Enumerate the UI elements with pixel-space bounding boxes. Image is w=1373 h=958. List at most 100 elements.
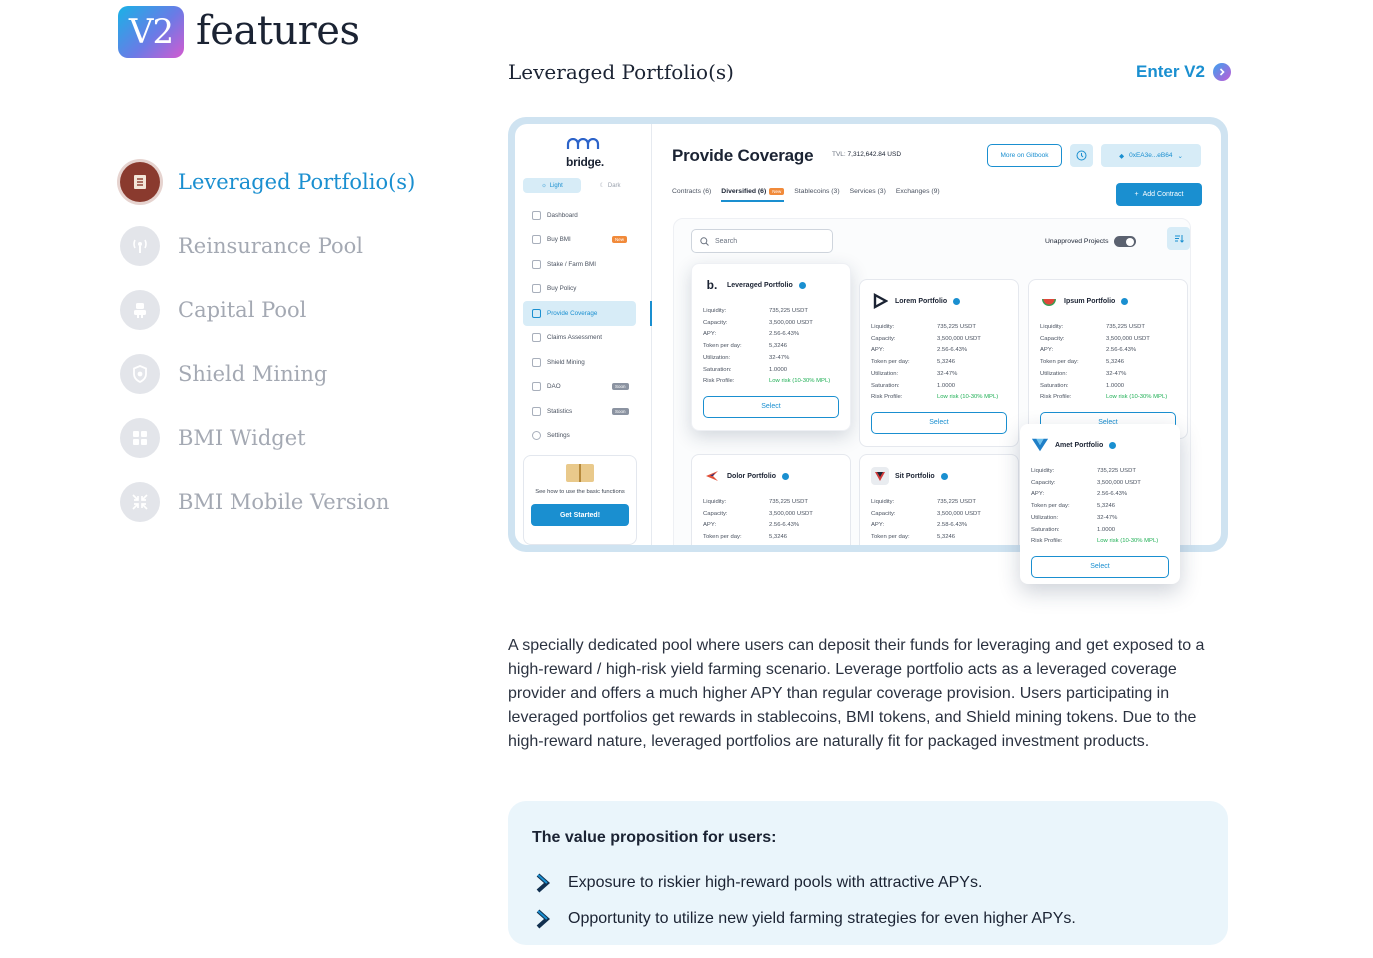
nav-item-reinsurance-pool[interactable]: Reinsurance Pool (120, 214, 450, 278)
section-title: Leveraged Portfolio(s) (508, 60, 734, 84)
row-value: 3,500,000 USDT (1106, 335, 1150, 342)
gitbook-button[interactable]: More on Gitbook (987, 144, 1062, 167)
history-button[interactable] (1070, 144, 1093, 167)
moon-icon: ☾ (599, 183, 605, 189)
app-nav: Dashboard Buy BMI New Stake / Farm BMI Bu… (523, 203, 652, 449)
nav-item-shield-mining[interactable]: Shield Mining (120, 342, 450, 406)
plus-icon: + (1134, 191, 1139, 198)
row-value: 3,500,000 USDT (769, 319, 813, 326)
app-nav-label: DAO (547, 383, 561, 391)
row-value: 2.56-6.43% (1097, 491, 1128, 498)
nav-item-leveraged-portfolio[interactable]: Leveraged Portfolio(s) (120, 150, 450, 214)
row-label: Capacity: (703, 319, 728, 326)
app-nav-claims[interactable]: Claims Assessment (523, 326, 651, 351)
risk-value: Low risk (10-30% MPL) (1106, 394, 1168, 401)
verified-icon (940, 472, 948, 480)
theme-light[interactable]: ☼ Light (523, 178, 581, 193)
add-contract-button[interactable]: + Add Contract (1116, 183, 1202, 206)
bag-icon (532, 284, 541, 294)
app-nav-label: Shield Mining (547, 358, 585, 366)
sort-icon (1174, 235, 1184, 243)
select-button[interactable]: Select (703, 395, 839, 418)
verified-icon (782, 472, 789, 480)
row-value: 735,225 USDT (1106, 324, 1145, 330)
tab-exchanges[interactable]: Exchanges (9) (896, 188, 940, 202)
page-title: features (196, 8, 360, 54)
card-header: Ipsum Portfolio (1040, 292, 1176, 310)
unapproved-toggle[interactable] (1114, 236, 1137, 247)
theme-toggle[interactable]: ☼ Light ☾ Dark (523, 178, 639, 193)
card-title: Lorem Portfolio (895, 297, 948, 305)
app-nav-dashboard[interactable]: Dashboard (523, 203, 651, 228)
sun-icon: ☼ (541, 182, 547, 189)
app-nav-provide-coverage[interactable]: Provide Coverage (523, 301, 652, 326)
row-label: Saturation: (1031, 526, 1060, 533)
add-contract-label: Add Contract (1142, 191, 1184, 198)
tab-label: Diversified (6) (721, 188, 767, 195)
row-value: 2.56-6.43% (1106, 347, 1137, 354)
app-nav-shield-mining[interactable]: Shield Mining (523, 350, 651, 375)
b-logo-icon: b. (706, 278, 718, 292)
app-nav-buy-bmi[interactable]: Buy BMI New (523, 228, 651, 253)
wallet-button[interactable]: ◆ 0xEA3e...eB64 ⌄ (1101, 144, 1201, 167)
row-label: Liquidity: (871, 499, 895, 505)
app-nav-buy-policy[interactable]: Buy Policy (523, 277, 651, 302)
app-nav-label: Settings (547, 432, 570, 440)
ethereum-icon: ◆ (1119, 152, 1125, 160)
sort-button[interactable] (1167, 227, 1190, 250)
verified-icon (798, 281, 806, 289)
row-label: Liquidity: (1040, 324, 1064, 330)
gear-icon (532, 431, 541, 441)
tab-stablecoins[interactable]: Stablecoins (3) (794, 188, 839, 202)
app-nav-stake[interactable]: Stake / Farm BMI (523, 252, 651, 277)
enter-v2-label: Enter V2 (1136, 62, 1205, 81)
search-input[interactable]: Search (691, 229, 833, 253)
feature-nav: Leveraged Portfolio(s) Reinsurance Pool … (120, 150, 450, 534)
tab-diversified[interactable]: Diversified (6) New (721, 188, 785, 202)
row-label: Utilization: (703, 354, 731, 361)
card-title: Ipsum Portfolio (1064, 297, 1116, 305)
app-nav-settings[interactable]: Settings (523, 424, 651, 449)
search-icon (700, 236, 709, 246)
theme-dark[interactable]: ☾ Dark (581, 178, 639, 193)
select-button[interactable]: Select (1031, 555, 1169, 578)
enter-v2-link[interactable]: Enter V2 (1136, 62, 1231, 82)
app-nav-label: Provide Coverage (547, 309, 598, 317)
nav-item-bmi-mobile-version[interactable]: BMI Mobile Version (120, 470, 450, 534)
row-value: 1.0000 (937, 382, 956, 389)
risk-value: Low risk (10-30% MPL) (769, 378, 831, 385)
card-header: Amet Portfolio (1031, 436, 1169, 454)
app-nav-statistics[interactable]: Statistics Soon (523, 399, 651, 424)
swap-icon (532, 235, 541, 245)
verified-icon (953, 297, 961, 305)
card-header: b. Leveraged Portfolio (703, 276, 839, 294)
tvl-value: 7,312,642.84 USD (847, 151, 902, 158)
get-started-button[interactable]: Get Started! (531, 504, 629, 527)
row-label: Liquidity: (703, 308, 727, 314)
risk-value: Low risk (10-30% MPL) (937, 394, 999, 401)
row-value: 2.56-6.43% (937, 347, 968, 354)
app-nav-dao[interactable]: DAO Soon (523, 375, 651, 400)
row-label: Token per day: (871, 359, 910, 366)
new-badge: New (769, 188, 785, 195)
row-label: Risk Profile: (703, 378, 735, 385)
nav-item-bmi-widget[interactable]: BMI Widget (120, 406, 450, 470)
tab-services[interactable]: Services (3) (850, 188, 886, 202)
clock-icon (1076, 150, 1087, 161)
soon-badge: Soon (612, 383, 629, 391)
nav-item-capital-pool[interactable]: Capital Pool (120, 278, 450, 342)
nav-item-label: BMI Mobile Version (178, 490, 390, 514)
dao-icon (532, 382, 541, 392)
shield-icon (532, 357, 541, 367)
stake-icon (532, 259, 541, 269)
select-button[interactable]: Select (871, 411, 1007, 434)
row-label: Token per day: (703, 343, 742, 350)
row-label: Utilization: (871, 370, 899, 377)
star-logo-icon (703, 467, 721, 485)
row-value: 5,3246 (937, 534, 956, 541)
portfolio-card: Dolor Portfolio Liquidity: 735,225 USDT C… (691, 454, 851, 545)
value-proposition: The value proposition for users: Exposur… (508, 801, 1228, 945)
row-value: 5,3246 (1097, 503, 1116, 510)
tab-contracts[interactable]: Contracts (6) (672, 188, 711, 202)
row-value: 735,225 USDT (937, 324, 976, 330)
